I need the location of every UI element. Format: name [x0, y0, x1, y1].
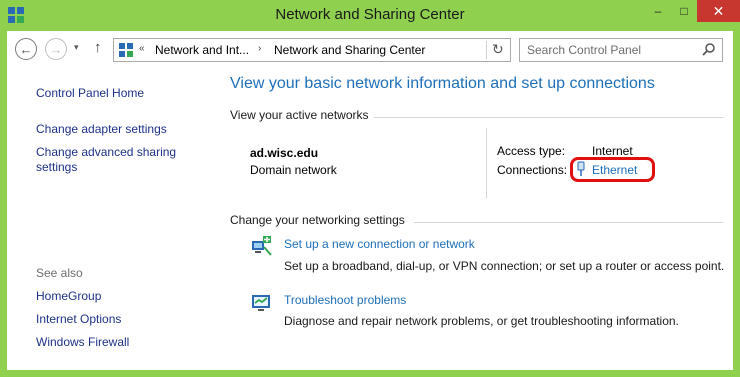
homegroup-link[interactable]: HomeGroup [36, 289, 101, 304]
network-name: ad.wisc.edu [250, 146, 319, 160]
window-title: Network and Sharing Center [275, 6, 465, 23]
navigation-bar: ← → ▾ ↑ « Network and Int... › Network a… [7, 31, 733, 67]
section-divider [374, 117, 723, 118]
access-type-value: Internet [592, 144, 633, 158]
maximize-button[interactable]: □ [671, 0, 697, 22]
control-panel-icon [119, 43, 133, 57]
setup-connection-description: Set up a broadband, dial-up, or VPN conn… [284, 259, 725, 273]
minimize-button[interactable]: – [645, 0, 671, 22]
section-divider [414, 222, 723, 223]
network-category: Domain network [250, 163, 337, 177]
change-advanced-sharing-link[interactable]: Change advanced sharing settings [36, 145, 196, 175]
back-button[interactable]: ← [15, 38, 37, 60]
breadcrumb-separator[interactable]: › [258, 43, 261, 54]
search-box[interactable]: Search Control Panel [519, 38, 723, 62]
setup-connection-link[interactable]: Set up a new connection or network [284, 237, 475, 251]
refresh-button[interactable]: ↻ [492, 41, 504, 58]
breadcrumb-network-internet[interactable]: Network and Int... [155, 43, 249, 57]
control-panel-home-link[interactable]: Control Panel Home [36, 86, 144, 101]
recent-locations-dropdown[interactable]: ▾ [74, 42, 79, 53]
breadcrumb-network-sharing-center[interactable]: Network and Sharing Center [274, 43, 425, 57]
internet-options-link[interactable]: Internet Options [36, 312, 121, 327]
ethernet-icon[interactable] [575, 161, 587, 177]
windows-firewall-link[interactable]: Windows Firewall [36, 335, 129, 350]
sidebar: Control Panel Home Change adapter settin… [7, 67, 217, 370]
address-divider [486, 41, 487, 59]
troubleshoot-link[interactable]: Troubleshoot problems [284, 293, 406, 307]
breadcrumb-overflow[interactable]: « [139, 43, 145, 54]
forward-button[interactable]: → [45, 38, 67, 60]
network-vertical-divider [486, 128, 487, 198]
title-bar[interactable]: Network and Sharing Center – □ ✕ [0, 0, 740, 31]
network-sharing-window: Network and Sharing Center – □ ✕ ← → ▾ ↑… [0, 0, 740, 377]
troubleshoot-icon [252, 295, 270, 311]
troubleshoot-description: Diagnose and repair network problems, or… [284, 314, 679, 328]
connections-label: Connections: [497, 163, 568, 177]
change-adapter-settings-link[interactable]: Change adapter settings [36, 122, 167, 137]
ethernet-link[interactable]: Ethernet [592, 163, 637, 177]
address-bar[interactable]: « Network and Int... › Network and Shari… [113, 38, 511, 62]
active-networks-label: View your active networks [230, 108, 369, 122]
change-settings-label: Change your networking settings [230, 213, 405, 227]
see-also-heading: See also [36, 266, 83, 280]
new-connection-icon [252, 236, 272, 256]
page-title: View your basic network information and … [230, 75, 655, 92]
access-type-label: Access type: [497, 144, 566, 158]
content-pane: Control Panel Home Change adapter settin… [7, 67, 733, 370]
search-icon[interactable] [702, 42, 716, 56]
up-button[interactable]: ↑ [94, 39, 102, 56]
search-input[interactable]: Search Control Panel [527, 43, 641, 57]
close-button[interactable]: ✕ [697, 0, 740, 22]
